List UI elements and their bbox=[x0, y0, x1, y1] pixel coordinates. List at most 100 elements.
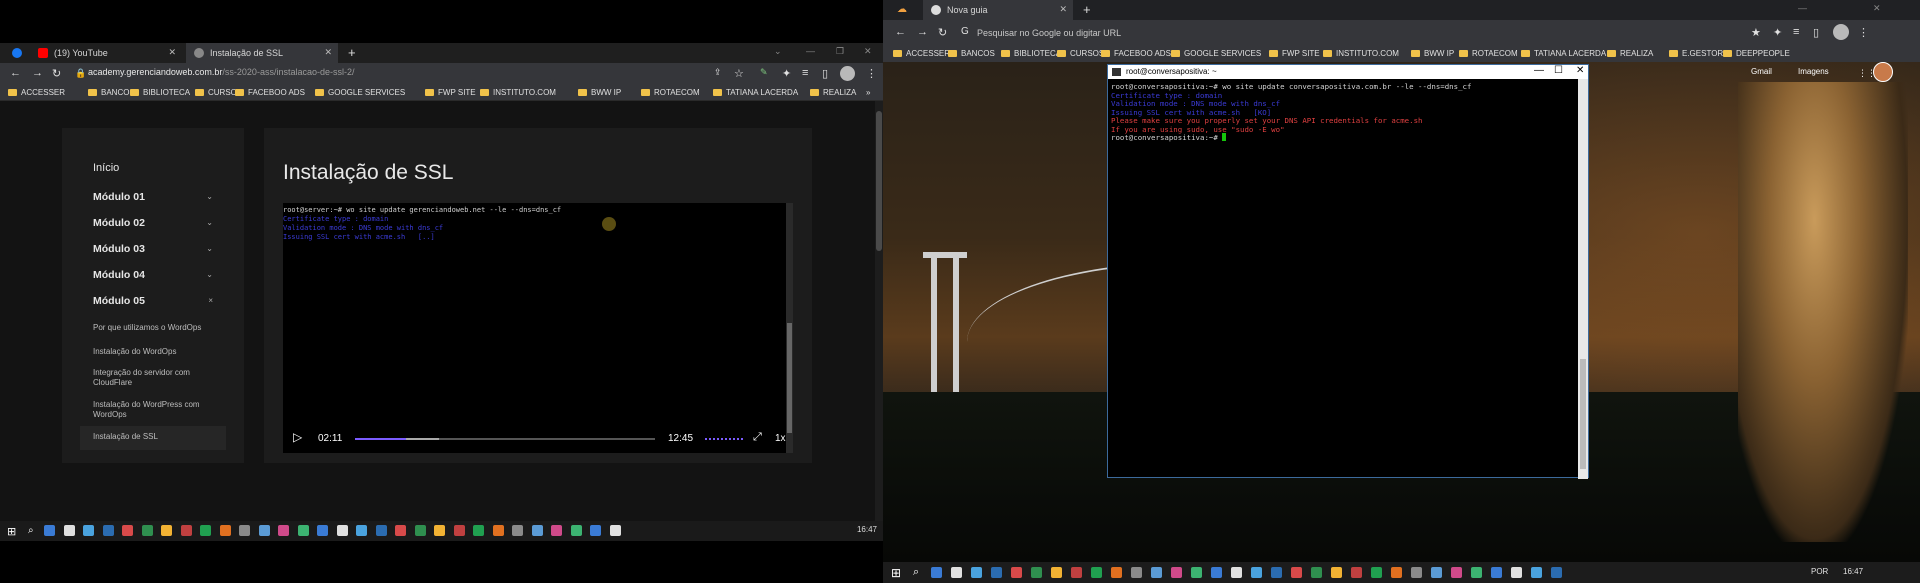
bookmark-item[interactable]: BWW IP bbox=[578, 88, 621, 97]
terminal-output[interactable]: root@conversapositiva:~# wo site update … bbox=[1108, 79, 1580, 479]
taskbar-app-icon[interactable] bbox=[1311, 567, 1322, 578]
bookmark-item[interactable]: GOOGLE SERVICES bbox=[315, 88, 405, 97]
bookmark-item[interactable]: ROTAECOM bbox=[1459, 49, 1518, 58]
taskbar-app-icon[interactable] bbox=[1411, 567, 1422, 578]
gmail-link[interactable]: Gmail bbox=[1751, 67, 1772, 76]
terminal-titlebar[interactable]: root@conversapositiva: ~ — ☐ ✕ bbox=[1108, 65, 1588, 79]
menu-icon[interactable]: ⋮ bbox=[1858, 26, 1869, 39]
taskbar-app-icon[interactable] bbox=[1351, 567, 1362, 578]
play-icon[interactable]: ▷ bbox=[293, 430, 302, 444]
puzzle-icon[interactable]: ✦ bbox=[782, 67, 791, 80]
taskbar-app-icon[interactable] bbox=[395, 525, 406, 536]
taskbar-app-icon[interactable] bbox=[1391, 567, 1402, 578]
bookmark-item[interactable]: ACCESSER bbox=[893, 49, 950, 58]
new-tab-button[interactable]: + bbox=[1083, 2, 1091, 17]
scroll-thumb[interactable] bbox=[1580, 359, 1586, 469]
taskbar-app-icon[interactable] bbox=[991, 567, 1002, 578]
avatar[interactable] bbox=[1873, 62, 1893, 82]
close-icon[interactable]: ✕ bbox=[168, 47, 176, 58]
sidebar-module-02[interactable]: Módulo 02 bbox=[93, 217, 145, 229]
taskbar-app-icon[interactable] bbox=[258, 525, 270, 536]
bookmark-item[interactable]: DEEPPEOPLE bbox=[1723, 49, 1790, 58]
back-icon[interactable]: ← bbox=[895, 26, 906, 38]
share-icon[interactable]: ⇪ bbox=[714, 67, 722, 78]
sidebar-item-inicio[interactable]: Início bbox=[93, 162, 119, 174]
bookmark-item[interactable]: ROTAECOM bbox=[641, 88, 700, 97]
taskbar-app-icon[interactable] bbox=[1251, 567, 1262, 578]
chevron-down-icon[interactable]: ⌄ bbox=[206, 270, 213, 279]
chevron-down-icon[interactable]: ⌄ bbox=[206, 192, 213, 201]
taskbar-app-icon[interactable] bbox=[1111, 567, 1122, 578]
tab-nova-guia[interactable]: Nova guia ✕ bbox=[923, 0, 1073, 20]
taskbar-app-icon[interactable] bbox=[375, 525, 387, 536]
taskbar-app-icon[interactable] bbox=[1051, 567, 1062, 578]
video-player[interactable]: root@server:~# wo site update gerenciand… bbox=[283, 203, 793, 453]
bookmark-item[interactable]: BANCOS bbox=[948, 49, 995, 58]
video-progress-bar[interactable] bbox=[355, 438, 655, 440]
puzzle-icon[interactable]: ✦ bbox=[1773, 26, 1782, 39]
bookmark-item[interactable]: FACEBOO ADS bbox=[1101, 49, 1171, 58]
sidebar-module-01[interactable]: Módulo 01 bbox=[93, 191, 145, 203]
taskbar-app-icon[interactable] bbox=[180, 525, 192, 536]
collapse-icon[interactable]: × bbox=[208, 296, 213, 305]
taskbar-app-icon[interactable] bbox=[1451, 567, 1462, 578]
lesson-item[interactable]: Instalação do WordPress com WordOps bbox=[93, 400, 223, 420]
ssh-terminal-window[interactable]: root@conversapositiva: ~ — ☐ ✕ root@conv… bbox=[1107, 64, 1589, 479]
taskbar-app-icon[interactable] bbox=[122, 525, 133, 536]
taskbar-app-icon[interactable] bbox=[492, 525, 504, 536]
lesson-item[interactable]: Por que utilizamos o WordOps bbox=[93, 323, 223, 333]
taskbar-app-icon[interactable] bbox=[971, 567, 982, 578]
bookmark-item[interactable]: FWP SITE bbox=[1269, 49, 1320, 58]
taskbar-app-icon[interactable] bbox=[44, 525, 55, 536]
page-scrollbar[interactable] bbox=[875, 101, 883, 521]
minimize-icon[interactable]: — bbox=[1798, 3, 1807, 13]
scroll-thumb[interactable] bbox=[876, 111, 882, 251]
star-icon[interactable]: ★ bbox=[1751, 26, 1761, 39]
taskbar-app-icon[interactable] bbox=[1151, 567, 1162, 578]
taskbar-app-icon[interactable] bbox=[239, 525, 250, 536]
taskbar-app-icon[interactable] bbox=[951, 567, 962, 578]
taskbar-app-icon[interactable] bbox=[1491, 567, 1502, 578]
window-close-icon[interactable]: ✕ bbox=[864, 46, 872, 57]
taskbar-app-icon[interactable] bbox=[931, 567, 942, 578]
taskbar-app-icon[interactable] bbox=[141, 525, 153, 536]
taskbar-app-icon[interactable] bbox=[1131, 567, 1142, 578]
taskbar-app-icon[interactable] bbox=[1271, 567, 1282, 578]
bookmark-item[interactable]: INSTITUTO.COM bbox=[480, 88, 556, 97]
taskbar-app-icon[interactable] bbox=[1471, 567, 1482, 578]
back-icon[interactable]: ← bbox=[10, 67, 21, 79]
close-icon[interactable]: ✕ bbox=[324, 47, 332, 58]
images-link[interactable]: Imagens bbox=[1798, 67, 1829, 76]
bookmark-item[interactable]: BANCOS bbox=[88, 88, 135, 97]
menu-icon[interactable]: ⋮ bbox=[866, 67, 877, 80]
maximize-icon[interactable]: ☐ bbox=[1554, 65, 1563, 76]
chevron-down-icon[interactable]: ⌄ bbox=[206, 218, 213, 227]
taskbar-app-icon[interactable] bbox=[1091, 567, 1102, 578]
facebook-icon[interactable] bbox=[12, 48, 22, 58]
taskbar-app-icon[interactable] bbox=[1511, 567, 1522, 578]
taskbar-app-icon[interactable] bbox=[1071, 567, 1082, 578]
profile-avatar[interactable] bbox=[840, 66, 855, 81]
taskbar-app-icon[interactable] bbox=[1551, 567, 1562, 578]
taskbar-app-icon[interactable] bbox=[102, 525, 114, 536]
taskbar-app-icon[interactable] bbox=[200, 525, 211, 536]
bookmark-item[interactable]: BIBLIOTECA bbox=[130, 88, 190, 97]
close-icon[interactable]: ✕ bbox=[1059, 4, 1067, 15]
bookmark-item[interactable]: ACCESSER bbox=[8, 88, 65, 97]
sidebar-module-03[interactable]: Módulo 03 bbox=[93, 243, 145, 255]
volume-slider[interactable] bbox=[705, 438, 743, 440]
extension-icon[interactable]: ✎ bbox=[760, 67, 768, 78]
taskbar-app-icon[interactable] bbox=[473, 525, 484, 536]
taskbar-app-icon[interactable] bbox=[1031, 567, 1042, 578]
reading-list-icon[interactable]: ≡ bbox=[1793, 26, 1799, 38]
forward-icon[interactable]: → bbox=[917, 26, 928, 38]
tab-instalacao-ssl[interactable]: Instalação de SSL ✕ bbox=[186, 43, 338, 63]
bookmark-item[interactable]: GOOGLE SERVICES bbox=[1171, 49, 1261, 58]
taskbar-app-icon[interactable] bbox=[1211, 567, 1222, 578]
chevron-down-icon[interactable]: ⌄ bbox=[206, 244, 213, 253]
terminal-scrollbar[interactable] bbox=[1578, 79, 1588, 479]
taskbar-app-icon[interactable] bbox=[336, 525, 348, 536]
taskbar-app-icon[interactable] bbox=[63, 525, 75, 536]
fullscreen-icon[interactable]: ⤢ bbox=[753, 431, 762, 444]
lesson-item-active[interactable]: Instalação de SSL bbox=[80, 426, 226, 450]
